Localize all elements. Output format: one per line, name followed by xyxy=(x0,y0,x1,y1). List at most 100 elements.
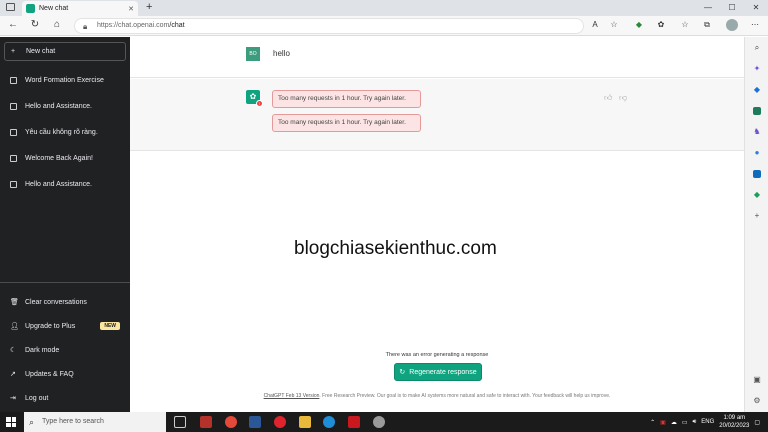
chat-bubble-icon xyxy=(10,102,17,110)
history-item[interactable]: Hello and Assistance. xyxy=(4,98,126,114)
system-tray: ⌃ ▣ ☁ ▭ 🔊︎ ENG 1:09 am 20/02/2023 ▢ xyxy=(650,412,768,432)
word-icon[interactable] xyxy=(249,416,261,428)
updates-faq-link[interactable]: ↗ Updates & FAQ xyxy=(4,366,126,382)
dark-mode-button[interactable]: ☾ Dark mode xyxy=(4,342,126,358)
moon-icon: ☾ xyxy=(10,346,17,354)
version-link[interactable]: ChatGPT Feb 13 Version xyxy=(264,393,320,399)
clock[interactable]: 1:09 am 20/02/2023 xyxy=(719,414,749,430)
file-explorer-icon[interactable] xyxy=(299,416,311,428)
language-indicator[interactable]: ENG xyxy=(701,419,714,425)
upgrade-to-plus-button[interactable]: 👤︎ Upgrade to Plus NEW xyxy=(4,318,126,334)
trash-icon: 🗑︎ xyxy=(10,298,19,306)
send-icon[interactable]: ◆ xyxy=(753,191,761,199)
settings-icon[interactable]: ⚙ xyxy=(753,397,761,405)
new-tab-button[interactable]: + xyxy=(146,1,152,13)
address-bar[interactable]: 🔒︎ https://chat.openai.com/chat xyxy=(74,18,584,34)
chat-bubble-icon xyxy=(10,154,17,162)
tray-app-icon[interactable]: ▣ xyxy=(660,419,666,426)
maximize-button[interactable]: ☐ xyxy=(720,0,744,16)
tab-new-chat[interactable]: New chat ✕ xyxy=(22,1,138,16)
split-window-icon[interactable]: ▣ xyxy=(753,376,761,384)
more-icon[interactable]: ⋯ xyxy=(750,20,760,30)
back-icon[interactable]: ← xyxy=(6,19,20,30)
read-aloud-icon[interactable]: A xyxy=(590,20,600,30)
chess-icon[interactable]: ♞ xyxy=(753,128,761,136)
tab-title: New chat xyxy=(39,5,69,12)
app-icon[interactable] xyxy=(200,416,212,428)
notification-icon[interactable]: ▢ xyxy=(754,419,760,426)
url-path: /chat xyxy=(169,22,185,29)
error-message: Too many requests in 1 hour. Try again l… xyxy=(272,114,421,132)
user-icon: 👤︎ xyxy=(10,322,19,330)
chrome-icon[interactable] xyxy=(225,416,237,428)
acrobat-icon[interactable] xyxy=(348,416,360,428)
thumbs-down-icon[interactable]: 👎︎ xyxy=(619,93,627,103)
history-item[interactable]: Word Formation Exercise xyxy=(4,72,126,88)
refresh-icon[interactable]: ↻ xyxy=(28,19,42,30)
chatgpt-favicon-icon xyxy=(26,4,35,13)
search-icon[interactable]: ⌕ xyxy=(753,44,761,52)
regenerate-response-button[interactable]: ↻ Regenerate response xyxy=(394,363,482,381)
task-view-icon[interactable] xyxy=(174,416,186,428)
tab-actions-icon[interactable] xyxy=(6,3,15,11)
chat-bubble-icon xyxy=(10,180,17,188)
lock-icon: 🔒︎ xyxy=(83,22,88,31)
tray-chevron-icon[interactable]: ⌃ xyxy=(650,419,655,426)
add-icon[interactable]: + xyxy=(753,212,761,220)
windows-start-icon[interactable] xyxy=(6,417,16,427)
assistant-message-row: ✿ ! Too many requests in 1 hour. Try aga… xyxy=(130,79,744,151)
extension-icon[interactable]: ◆ xyxy=(634,20,644,30)
logout-icon: ⇥ xyxy=(10,394,16,402)
m365-icon[interactable]: ● xyxy=(753,149,761,157)
tab-close-icon[interactable]: ✕ xyxy=(128,5,134,13)
edge-icon[interactable] xyxy=(323,416,335,428)
upgrade-label: Upgrade to Plus xyxy=(25,322,76,330)
outlook-icon[interactable] xyxy=(753,170,761,178)
taskbar-search-box[interactable]: ⌕ Type here to search xyxy=(24,412,166,432)
user-avatar: BO xyxy=(246,47,260,61)
history-item-label: Hello and Assistance. xyxy=(25,102,92,110)
history-item[interactable]: Yêu cầu không rõ ràng. xyxy=(4,124,126,140)
history-item[interactable]: Hello and Assistance. xyxy=(4,176,126,192)
new-chat-label: New chat xyxy=(26,48,56,55)
user-message-row: BO hello xyxy=(130,37,744,78)
edge-sidebar: ⌕ ✦ ◆ ♞ ● ◆ + ▣ ⚙ xyxy=(744,37,768,412)
new-badge: NEW xyxy=(100,322,120,330)
app-icon[interactable] xyxy=(373,416,385,428)
new-chat-button[interactable]: + New chat xyxy=(4,42,126,61)
sidebar-divider xyxy=(0,282,130,283)
plus-icon: + xyxy=(11,48,16,55)
profile-avatar[interactable] xyxy=(726,19,738,31)
briefcase-icon[interactable] xyxy=(753,107,761,115)
conversation-pane: BO hello ✿ ! Too many requests in 1 hour… xyxy=(130,37,744,412)
taskbar-search-placeholder: Type here to search xyxy=(42,418,104,425)
volume-icon[interactable]: 🔊︎ xyxy=(693,419,697,426)
chat-bubble-icon xyxy=(10,128,17,136)
sparkle-icon[interactable]: ✦ xyxy=(753,65,761,73)
updates-faq-label: Updates & FAQ xyxy=(25,370,74,378)
browser-tab-bar: New chat ✕ + — ☐ ✕ xyxy=(0,0,768,16)
windows-taskbar: ⌕ Type here to search ⌃ ▣ ☁ ▭ 🔊︎ ENG 1:0… xyxy=(0,412,768,432)
thumbs-up-icon[interactable]: 👍︎ xyxy=(604,93,612,103)
add-favorite-icon[interactable]: ☆ xyxy=(609,20,619,30)
favorites-icon[interactable]: ☆ xyxy=(680,20,690,30)
openai-extension-icon[interactable]: ✿ xyxy=(656,20,666,30)
home-icon[interactable]: ⌂ xyxy=(50,19,64,30)
network-icon[interactable]: ▭ xyxy=(682,419,688,426)
regenerate-label: Regenerate response xyxy=(409,368,477,376)
close-window-button[interactable]: ✕ xyxy=(744,0,768,16)
opera-icon[interactable] xyxy=(274,416,286,428)
error-message: Too many requests in 1 hour. Try again l… xyxy=(272,90,421,108)
url-host: https://chat.openai.com xyxy=(97,22,170,29)
watermark-text: blogchiasekienthuc.com xyxy=(294,238,497,259)
clear-conversations-button[interactable]: 🗑︎ Clear conversations xyxy=(4,294,126,310)
dark-mode-label: Dark mode xyxy=(25,346,60,354)
tag-icon[interactable]: ◆ xyxy=(753,86,761,94)
tray-cloud-icon[interactable]: ☁ xyxy=(671,419,677,426)
collections-icon[interactable]: ⧉ xyxy=(702,20,712,30)
history-item[interactable]: Welcome Back Again! xyxy=(4,150,126,166)
minimize-button[interactable]: — xyxy=(696,0,720,16)
history-item-label: Yêu cầu không rõ ràng. xyxy=(25,128,98,136)
log-out-button[interactable]: ⇥ Log out xyxy=(4,390,126,406)
log-out-label: Log out xyxy=(25,394,49,402)
